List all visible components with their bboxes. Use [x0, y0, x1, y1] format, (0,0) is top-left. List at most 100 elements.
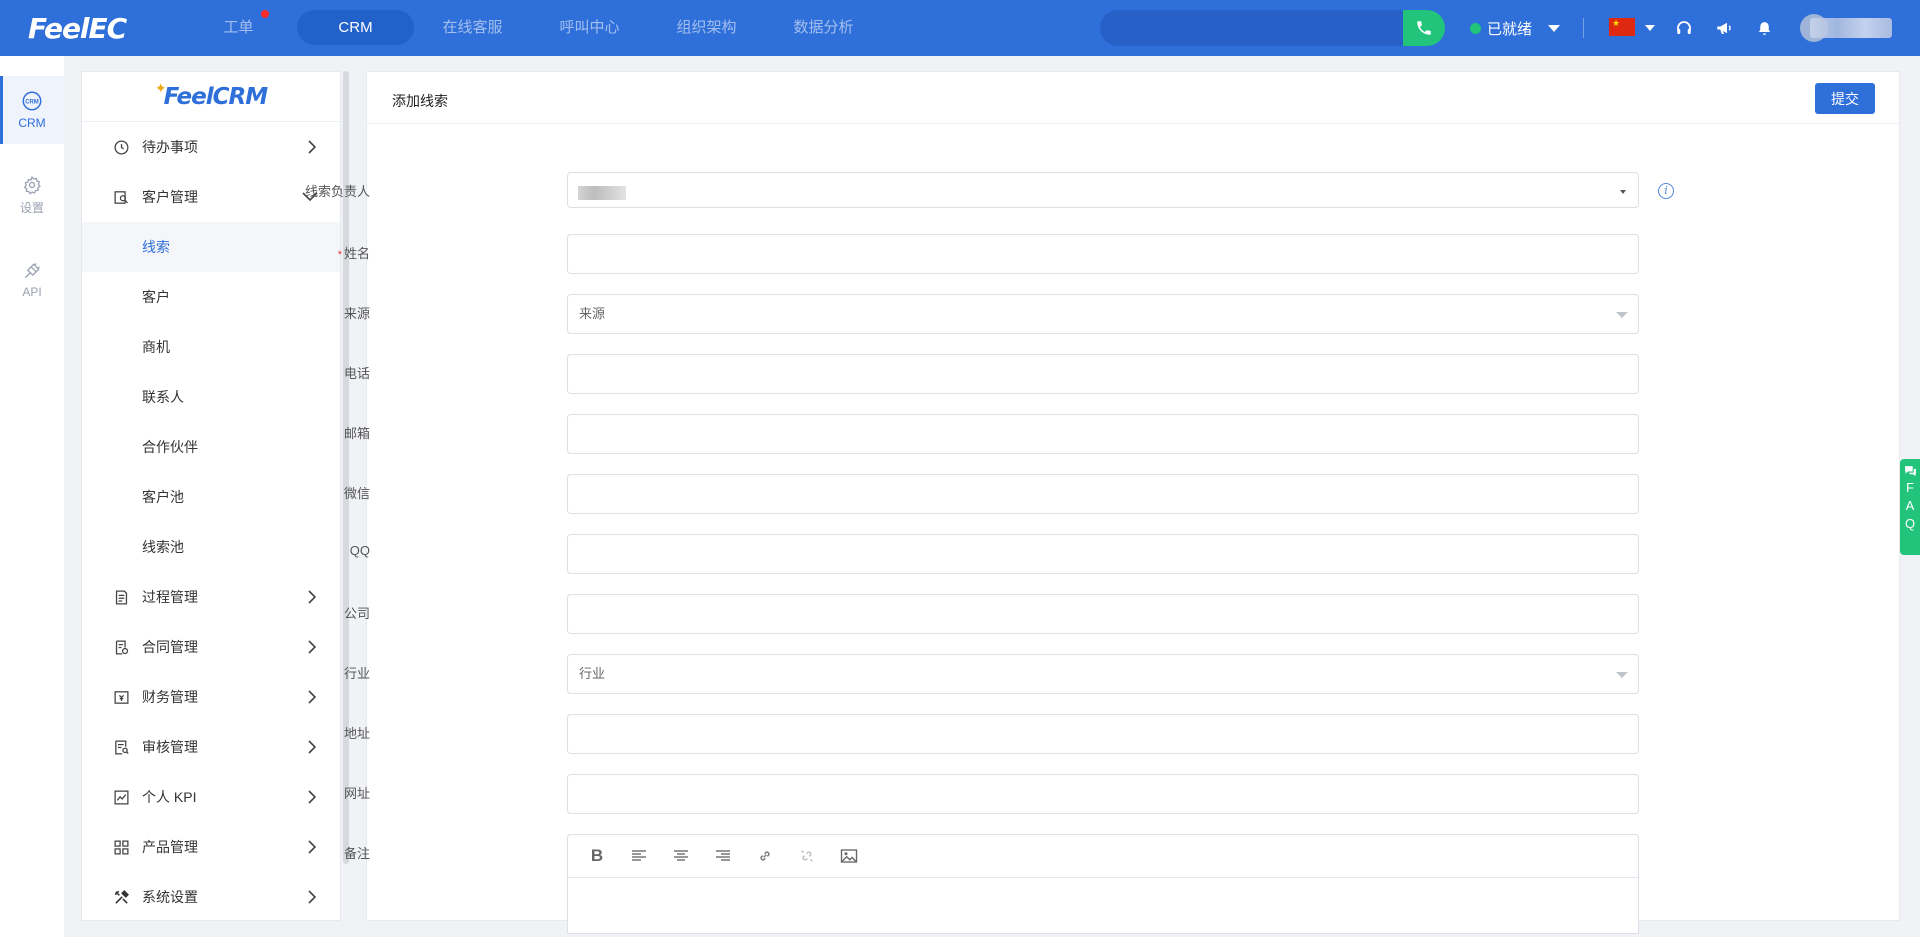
menu-todo[interactable]: 待办事项	[82, 122, 340, 172]
chat-icon	[1904, 466, 1916, 477]
info-icon[interactable]: i	[1658, 183, 1674, 199]
rail-label: API	[22, 285, 42, 299]
megaphone-icon[interactable]	[1713, 17, 1735, 39]
nav-tab-organization[interactable]: 组织架构	[648, 10, 765, 45]
source-select[interactable]: 来源	[567, 294, 1639, 334]
panel-header: 添加线索 提交	[367, 72, 1899, 124]
menu-label: 待办事项	[142, 139, 198, 155]
call-button[interactable]	[1403, 10, 1445, 46]
main-nav: 工单 CRM 在线客服 呼叫中心 组织架构 数据分析	[180, 10, 882, 45]
phone-icon	[1417, 21, 1431, 35]
nav-tab-label: 呼叫中心	[559, 19, 620, 36]
menu-system-settings[interactable]: 系统设置	[82, 872, 340, 922]
dial-input[interactable]	[1100, 10, 1404, 46]
chevron-right-icon	[308, 140, 317, 154]
align-center-icon[interactable]	[670, 845, 692, 867]
rail-item-settings[interactable]: 设置	[0, 161, 64, 229]
field-row-qq: QQ	[350, 534, 1901, 574]
crm-icon: CRM	[22, 91, 42, 111]
audit-icon	[112, 738, 130, 756]
menu-label: 审核管理	[142, 739, 198, 755]
field-row-owner: 线索负责人 i	[305, 172, 1901, 212]
image-icon[interactable]	[838, 845, 860, 867]
faq-letter: F	[1906, 480, 1914, 495]
field-row-name: * 姓名	[338, 234, 1901, 274]
user-name-redacted[interactable]	[1810, 18, 1892, 38]
submit-button[interactable]: 提交	[1815, 83, 1875, 114]
field-row-wechat: 微信	[344, 474, 1901, 514]
faq-tab[interactable]: F A Q	[1900, 459, 1920, 555]
wechat-input[interactable]	[567, 474, 1639, 514]
menu-label: 客户管理	[142, 189, 198, 205]
phone-input[interactable]	[567, 354, 1639, 394]
contract-icon	[112, 638, 130, 656]
nav-tab-tickets[interactable]: 工单	[180, 10, 297, 45]
menu-label: 财务管理	[142, 689, 198, 705]
link-icon[interactable]	[754, 845, 776, 867]
rail-label: CRM	[18, 116, 46, 130]
field-label: * 姓名	[250, 243, 370, 262]
nav-tab-data-analysis[interactable]: 数据分析	[765, 10, 882, 45]
caret-down-icon	[1616, 312, 1628, 318]
chevron-right-icon	[308, 690, 317, 704]
field-label: 线索负责人	[304, 184, 370, 199]
align-left-icon[interactable]	[628, 845, 650, 867]
status-label: 已就绪	[1487, 21, 1533, 38]
name-input[interactable]	[567, 234, 1639, 274]
website-input[interactable]	[567, 774, 1639, 814]
feelec-logo[interactable]: FeelEC	[28, 12, 127, 45]
headset-icon[interactable]	[1673, 17, 1695, 39]
nav-tab-call-center[interactable]: 呼叫中心	[531, 10, 648, 45]
agent-status-dropdown[interactable]: 已就绪	[1470, 18, 1561, 39]
chevron-right-icon	[308, 590, 317, 604]
bell-icon[interactable]	[1753, 17, 1775, 39]
select-placeholder: 行业	[579, 666, 606, 681]
nav-tab-label: 工单	[223, 19, 254, 36]
field-row-industry: 行业 行业	[344, 654, 1901, 694]
finance-icon	[112, 688, 130, 706]
owner-name-redacted	[578, 186, 626, 200]
faq-letter: A	[1905, 498, 1915, 513]
nav-tab-label: 组织架构	[676, 19, 737, 36]
divider	[1583, 18, 1584, 38]
field-label-text: 姓名	[343, 246, 370, 261]
required-asterisk: *	[337, 249, 342, 261]
field-label: 公司	[343, 606, 370, 621]
field-label: 邮箱	[343, 426, 370, 441]
rail-item-api[interactable]: API	[0, 246, 64, 314]
caret-down-icon	[1548, 25, 1561, 32]
field-label: 行业	[343, 666, 370, 681]
chevron-right-icon	[308, 740, 317, 754]
lead-owner-select[interactable]	[567, 172, 1639, 208]
language-caret-icon[interactable]	[1645, 25, 1655, 31]
company-input[interactable]	[567, 594, 1639, 634]
field-row-email: 邮箱	[344, 414, 1901, 454]
top-navbar: FeelEC 工单 CRM 在线客服 呼叫中心 组织架构 数据分析 已就绪 ★	[0, 0, 1920, 56]
remark-editor[interactable]: B	[567, 834, 1639, 934]
chevron-right-icon	[308, 640, 317, 654]
nav-tab-online-service[interactable]: 在线客服	[414, 10, 531, 45]
china-flag-icon[interactable]: ★	[1609, 18, 1635, 36]
align-right-icon[interactable]	[712, 845, 734, 867]
unlink-icon[interactable]	[796, 845, 818, 867]
field-row-address: 地址	[344, 714, 1901, 754]
bold-icon[interactable]: B	[586, 845, 608, 867]
nav-tab-crm[interactable]: CRM	[297, 10, 414, 45]
field-row-website: 网址	[344, 774, 1901, 814]
address-input[interactable]	[567, 714, 1639, 754]
chevron-right-icon	[308, 890, 317, 904]
field-label: QQ	[349, 543, 370, 558]
menu-label: 过程管理	[142, 589, 198, 605]
nav-tab-label: 在线客服	[442, 19, 503, 36]
rail-item-crm[interactable]: CRM CRM	[0, 76, 64, 144]
email-input[interactable]	[567, 414, 1639, 454]
caret-down-icon	[1616, 672, 1628, 678]
field-label: 微信	[343, 486, 370, 501]
clock-icon	[112, 138, 130, 156]
chart-icon	[112, 788, 130, 806]
qq-input[interactable]	[567, 534, 1639, 574]
menu-label: 产品管理	[142, 839, 198, 855]
tools-icon	[112, 888, 130, 906]
industry-select[interactable]: 行业	[567, 654, 1639, 694]
customer-icon	[112, 188, 130, 206]
